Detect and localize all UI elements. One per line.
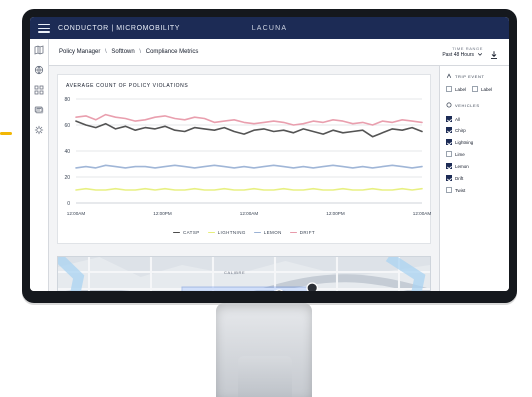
- trip-event-title: TRIP EVENT: [446, 73, 503, 80]
- x-tick-label: 12:00AM: [240, 211, 259, 216]
- trip-event-option-2-label: Label: [481, 86, 493, 92]
- time-range-select[interactable]: Past 48 Hours: [442, 51, 483, 59]
- legend-swatch: [172, 231, 180, 234]
- breadcrumb-item-policy-manager[interactable]: Policy Manager: [59, 49, 100, 55]
- trip-event-option-2[interactable]: Label: [472, 86, 492, 92]
- vehicles-title: VEHICLES: [446, 102, 503, 109]
- top-bar: CONDUCTOR | MICROMOBILITY LACUNA: [30, 17, 509, 39]
- trip-event-options: Label Label: [446, 86, 503, 92]
- legend-swatch: [253, 231, 261, 234]
- stage: CONDUCTOR | MICROMOBILITY LACUNA Policy …: [0, 0, 532, 397]
- vehicle-lime-label: Lime: [455, 151, 465, 157]
- checkbox[interactable]: [446, 127, 452, 133]
- y-tick-label: 60: [64, 123, 70, 129]
- vehicle-drift[interactable]: Drift: [446, 175, 503, 181]
- x-tick-label: 12:00PM: [326, 211, 345, 216]
- map[interactable]: CALIBRE: [57, 256, 431, 291]
- chevron-down-icon: [477, 51, 483, 59]
- trip-event-icon: [446, 73, 452, 80]
- filters-panel: TRIP EVENT Label Label VEHICLES All Chir…: [439, 66, 509, 291]
- screen: CONDUCTOR | MICROMOBILITY LACUNA Policy …: [30, 17, 509, 291]
- grid-icon[interactable]: [34, 85, 44, 95]
- series-line-lemon: [75, 164, 423, 169]
- time-range-block[interactable]: TIME RANGE Past 48 Hours: [442, 46, 483, 59]
- vehicle-lightning[interactable]: Lightning: [446, 139, 503, 145]
- app-body: Policy Manager \ Softtown \ Compliance M…: [30, 39, 509, 291]
- checkbox[interactable]: [446, 187, 452, 193]
- vehicles-all[interactable]: All: [446, 116, 503, 122]
- time-range: TIME RANGE Past 48 Hours: [442, 46, 499, 60]
- legend-swatch: [289, 231, 297, 234]
- breadcrumb-separator: \: [105, 49, 107, 55]
- time-range-value: Past 48 Hours: [442, 51, 474, 58]
- legend-label: DRIFT: [299, 230, 316, 235]
- trip-event-option-1-label: Label: [455, 86, 467, 92]
- toolbar: Policy Manager \ Softtown \ Compliance M…: [49, 39, 509, 66]
- checkbox[interactable]: [446, 139, 452, 145]
- y-tick-label: 0: [67, 201, 70, 207]
- vehicles-title-text: VEHICLES: [455, 103, 480, 108]
- globe-icon[interactable]: [34, 65, 44, 75]
- breadcrumb-item-softtown[interactable]: Softtown: [111, 49, 134, 55]
- x-tick-label: 12:00AM: [413, 211, 432, 216]
- left-area: AVERAGE COUNT OF POLICY VIOLATIONS 0 20 40…: [49, 66, 439, 291]
- legend-swatch: [207, 231, 215, 234]
- legend-label: LEMON: [263, 230, 282, 235]
- series-line-drift: [75, 113, 423, 126]
- x-tick-label: 12:00PM: [153, 211, 172, 216]
- vehicles-all-label: All: [455, 116, 461, 122]
- vehicle-lemon-label: Lemon: [455, 163, 469, 169]
- x-tick-label: 12:00AM: [67, 211, 86, 216]
- checkbox[interactable]: [446, 86, 452, 92]
- cards-icon[interactable]: [34, 105, 44, 115]
- policy-violations-chart-card: AVERAGE COUNT OF POLICY VIOLATIONS 0 20 40…: [57, 74, 431, 244]
- main: AVERAGE COUNT OF POLICY VIOLATIONS 0 20 40…: [49, 66, 509, 291]
- checkbox[interactable]: [472, 86, 479, 92]
- left-accent: [0, 132, 12, 135]
- vehicle-lemon[interactable]: Lemon: [446, 163, 503, 169]
- trip-event-option-1[interactable]: Label: [446, 86, 466, 92]
- trip-event-filter: TRIP EVENT Label Label: [446, 73, 503, 92]
- policy-violations-chart: 0 20 40 60 80 12:00AM 12:00PM 12:00AM 12:00PM 12:…: [64, 97, 432, 216]
- legend-item-catsp: CATSP: [172, 230, 200, 235]
- y-tick-label: 40: [64, 149, 70, 155]
- side-nav: [30, 39, 49, 291]
- vehicle-twist[interactable]: Twist: [446, 187, 503, 193]
- legend-item-drift: DRIFT: [289, 230, 316, 235]
- vehicle-twist-label: Twist: [455, 187, 466, 193]
- vehicles-list: Chirp Lightning Lime Lemon Drift Twist: [446, 127, 503, 193]
- series-line-lightning: [75, 187, 423, 191]
- y-tick-label: 20: [64, 175, 70, 181]
- legend-item-lightning: LIGHTNING: [207, 230, 246, 235]
- vehicle-chirp-label: Chirp: [455, 127, 466, 133]
- download-icon[interactable]: [489, 47, 499, 60]
- breadcrumb: Policy Manager \ Softtown \ Compliance M…: [59, 49, 198, 55]
- chart-legend: CATSP LIGHTNING LEMON DRIFT: [58, 230, 430, 235]
- checkbox[interactable]: [446, 151, 452, 157]
- monitor-stand-base: [238, 356, 292, 397]
- legend-label: LIGHTNING: [217, 230, 246, 235]
- map-icon[interactable]: [34, 45, 44, 55]
- trip-event-title-text: TRIP EVENT: [455, 74, 485, 79]
- content: Policy Manager \ Softtown \ Compliance M…: [49, 39, 509, 291]
- menu-icon[interactable]: [38, 23, 50, 33]
- map-label: CALIBRE: [224, 270, 246, 275]
- settings-icon[interactable]: [34, 125, 44, 135]
- checkbox[interactable]: [446, 175, 452, 181]
- legend-item-lemon: LEMON: [253, 230, 282, 235]
- vehicle-chirp[interactable]: Chirp: [446, 127, 503, 133]
- y-tick-label: 80: [64, 97, 70, 103]
- breadcrumb-separator: \: [139, 49, 142, 55]
- vehicle-lightning-label: Lightning: [455, 139, 474, 145]
- vehicles-icon: [446, 102, 452, 109]
- vehicle-lime[interactable]: Lime: [446, 151, 503, 157]
- brand: CONDUCTOR | MICROMOBILITY: [58, 24, 181, 32]
- monitor: CONDUCTOR | MICROMOBILITY LACUNA Policy …: [22, 9, 517, 303]
- legend-label: CATSP: [182, 230, 200, 235]
- checkbox[interactable]: [446, 163, 452, 169]
- vehicle-drift-label: Drift: [455, 175, 464, 181]
- checkbox[interactable]: [446, 116, 452, 122]
- vehicles-filter: VEHICLES All Chirp Lightning Lime Lemon …: [446, 102, 503, 193]
- breadcrumb-item-compliance-metrics[interactable]: Compliance Metrics: [146, 49, 199, 55]
